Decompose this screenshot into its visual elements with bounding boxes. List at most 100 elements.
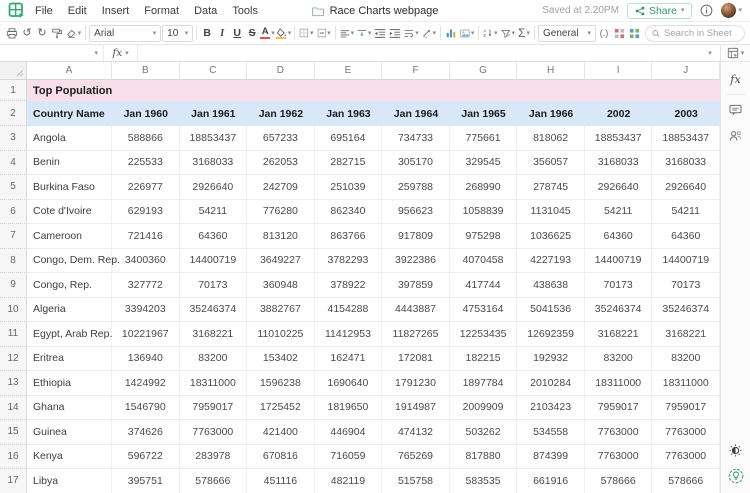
cell-E15[interactable]: 446904 xyxy=(314,420,383,445)
insert-chart-button[interactable] xyxy=(444,24,458,42)
cell-C2[interactable]: Jan 1961 xyxy=(179,101,248,126)
cell-I1[interactable] xyxy=(584,80,653,101)
text-wrap-button[interactable]: ▾ xyxy=(403,24,419,42)
cell-J2[interactable]: 2003 xyxy=(652,101,720,126)
cell-D6[interactable]: 776280 xyxy=(247,199,315,224)
cell-E8[interactable]: 3782293 xyxy=(314,248,383,273)
cell-B3[interactable]: 588866 xyxy=(112,126,180,151)
cell-G7[interactable]: 975298 xyxy=(449,224,518,249)
user-menu[interactable]: ▾ xyxy=(721,3,742,18)
collaborators-panel-button[interactable] xyxy=(721,123,750,149)
cell-C14[interactable]: 7959017 xyxy=(179,395,248,420)
row-header-1[interactable]: 1 xyxy=(0,80,27,101)
cell-H7[interactable]: 1036625 xyxy=(517,224,585,249)
cell-D3[interactable]: 657233 xyxy=(247,126,315,151)
cell-H11[interactable]: 12692359 xyxy=(517,322,585,347)
row-header-17[interactable]: 17 xyxy=(0,469,27,493)
cell-J15[interactable]: 7763000 xyxy=(652,420,720,445)
cell-J6[interactable]: 54211 xyxy=(652,199,720,224)
cell-B6[interactable]: 629193 xyxy=(112,199,180,224)
cell-E10[interactable]: 4154288 xyxy=(314,297,383,322)
column-header-J[interactable]: J xyxy=(652,62,720,80)
number-format-select[interactable]: General ▾ xyxy=(538,24,596,42)
cell-E4[interactable]: 282715 xyxy=(314,150,383,175)
cell-F10[interactable]: 4443887 xyxy=(382,297,450,322)
cell-A6[interactable]: Cote d'Ivoire xyxy=(27,199,112,224)
row-header-8[interactable]: 8 xyxy=(0,248,27,273)
cell-I13[interactable]: 18311000 xyxy=(584,371,653,396)
cell-B4[interactable]: 225533 xyxy=(112,150,180,175)
app-logo-icon[interactable] xyxy=(8,2,25,19)
increase-decimal-button[interactable] xyxy=(612,24,626,42)
cell-A16[interactable]: Kenya xyxy=(27,444,112,469)
cell-B16[interactable]: 596722 xyxy=(112,444,180,469)
cell-G16[interactable]: 817880 xyxy=(449,444,518,469)
search-input[interactable] xyxy=(664,27,738,39)
cell-style-panel-button[interactable]: ▾ xyxy=(721,45,750,62)
cell-J8[interactable]: 14400719 xyxy=(652,248,720,273)
cell-D13[interactable]: 1596238 xyxy=(247,371,315,396)
strikethrough-button[interactable]: S xyxy=(245,24,259,42)
menu-format[interactable]: Format xyxy=(144,5,179,17)
sheet-search[interactable] xyxy=(645,24,745,42)
cell-F14[interactable]: 1914987 xyxy=(382,395,450,420)
cell-H6[interactable]: 1131045 xyxy=(517,199,585,224)
increase-indent-button[interactable] xyxy=(388,24,402,42)
cell-B13[interactable]: 1424992 xyxy=(112,371,180,396)
cell-H10[interactable]: 5041536 xyxy=(517,297,585,322)
cell-E2[interactable]: Jan 1963 xyxy=(314,101,383,126)
cell-D16[interactable]: 670816 xyxy=(247,444,315,469)
cell-I3[interactable]: 18853437 xyxy=(584,126,653,151)
cell-C7[interactable]: 64360 xyxy=(179,224,248,249)
merge-cells-button[interactable]: ▾ xyxy=(316,24,332,42)
cell-C1[interactable] xyxy=(179,80,248,101)
row-header-10[interactable]: 10 xyxy=(0,297,27,322)
filter-button[interactable]: ▾ xyxy=(500,24,516,42)
cell-I12[interactable]: 83200 xyxy=(584,346,653,371)
row-header-5[interactable]: 5 xyxy=(0,175,27,200)
cell-B12[interactable]: 136940 xyxy=(112,346,180,371)
cell-G5[interactable]: 268990 xyxy=(449,175,518,200)
cell-J11[interactable]: 3168221 xyxy=(652,322,720,347)
cell-C6[interactable]: 54211 xyxy=(179,199,248,224)
cell-E9[interactable]: 378922 xyxy=(314,273,383,298)
row-header-15[interactable]: 15 xyxy=(0,420,27,445)
cell-G4[interactable]: 329545 xyxy=(449,150,518,175)
cell-A5[interactable]: Burkina Faso xyxy=(27,175,112,200)
cell-H2[interactable]: Jan 1966 xyxy=(517,101,585,126)
cell-D7[interactable]: 813120 xyxy=(247,224,315,249)
row-header-4[interactable]: 4 xyxy=(0,150,27,175)
insert-image-button[interactable]: ▾ xyxy=(459,24,475,42)
cell-A13[interactable]: Ethiopia xyxy=(27,371,112,396)
redo-button[interactable]: ↻ xyxy=(35,24,49,42)
cell-D11[interactable]: 11010225 xyxy=(247,322,315,347)
row-header-9[interactable]: 9 xyxy=(0,273,27,298)
formula-input[interactable] xyxy=(138,45,700,61)
cell-E5[interactable]: 251039 xyxy=(314,175,383,200)
row-header-14[interactable]: 14 xyxy=(0,395,27,420)
cell-I15[interactable]: 7763000 xyxy=(584,420,653,445)
menu-data[interactable]: Data xyxy=(194,5,217,17)
sum-button[interactable]: Σ ▾ xyxy=(517,24,531,42)
insert-function-button[interactable]: fx ▾ xyxy=(104,45,138,61)
cell-F6[interactable]: 956623 xyxy=(382,199,450,224)
cell-C13[interactable]: 18311000 xyxy=(179,371,248,396)
italic-button[interactable]: I xyxy=(215,24,229,42)
cell-J1[interactable] xyxy=(652,80,720,101)
cell-A10[interactable]: Algeria xyxy=(27,297,112,322)
cell-F16[interactable]: 765269 xyxy=(382,444,450,469)
decrease-decimal-button[interactable] xyxy=(627,24,641,42)
cell-J7[interactable]: 64360 xyxy=(652,224,720,249)
cell-J9[interactable]: 70173 xyxy=(652,273,720,298)
cell-A2[interactable]: Country Name xyxy=(27,101,112,126)
cell-F9[interactable]: 397859 xyxy=(382,273,450,298)
cell-A8[interactable]: Congo, Dem. Rep. xyxy=(27,248,120,273)
borders-button[interactable]: ▾ xyxy=(298,24,314,42)
name-box[interactable]: ▾ xyxy=(0,45,104,61)
menu-tools[interactable]: Tools xyxy=(232,5,258,17)
menu-insert[interactable]: Insert xyxy=(102,5,130,17)
cell-G8[interactable]: 4070458 xyxy=(449,248,518,273)
cell-E13[interactable]: 1690640 xyxy=(314,371,383,396)
cell-I2[interactable]: 2002 xyxy=(584,101,653,126)
cell-B10[interactable]: 3394203 xyxy=(112,297,180,322)
